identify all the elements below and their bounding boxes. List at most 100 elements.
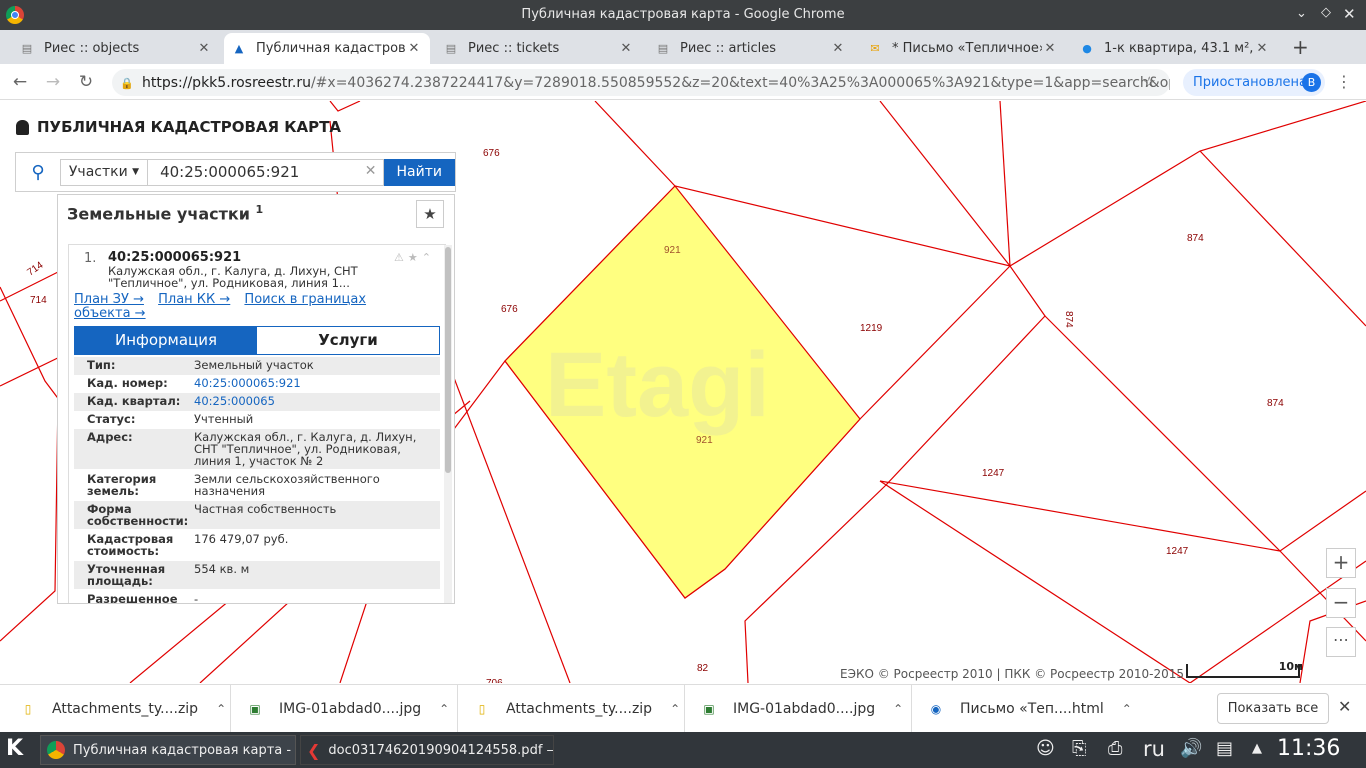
parcel-label: 714	[30, 295, 47, 306]
clipboard-icon[interactable]: ⎘	[1072, 738, 1086, 759]
menu-icon[interactable]: ⋮	[1332, 70, 1356, 94]
image-file-icon: ▣	[249, 702, 261, 716]
printer-icon[interactable]: ⎙	[1108, 738, 1122, 759]
avatar: B	[1302, 73, 1321, 92]
task-chrome[interactable]: Публичная кадастровая карта - Go	[40, 735, 296, 765]
pdf-icon: ❮	[307, 740, 321, 760]
download-filename: Attachments_ty....zip	[52, 701, 199, 717]
zoom-in-button[interactable]: +	[1326, 548, 1356, 578]
chevron-up-icon[interactable]: ⌃	[893, 702, 903, 716]
close-tab-icon[interactable]: ✕	[1254, 41, 1270, 56]
result-cad-number[interactable]: 40:25:000065:921	[108, 250, 241, 265]
download-item[interactable]: ▣ IMG-01abdad0....jpg ⌃	[231, 685, 458, 733]
clear-icon[interactable]: ✕	[365, 163, 377, 179]
plan-kk-link[interactable]: План КК →	[158, 292, 230, 307]
warning-icon[interactable]: ⚠	[394, 251, 408, 264]
caret-down-icon: ▼	[132, 167, 140, 177]
chevron-up-icon[interactable]: ⌃	[216, 702, 226, 716]
tab-apartment[interactable]: ● 1-к квартира, 43.1 м², 7/ ✕	[1072, 33, 1278, 64]
map-canvas[interactable]: 676 676 921 921 1219 874 874 874 1247 12…	[0, 101, 1366, 683]
reload-icon[interactable]: ↻	[74, 70, 98, 94]
info-row: Разрешенное -	[87, 592, 199, 604]
parcel-label: 921	[664, 245, 681, 256]
more-tools-button[interactable]: ⋯	[1326, 627, 1356, 657]
parcel-label: 82	[697, 663, 709, 674]
tab-pkk[interactable]: ▲ Публичная кадастрова ✕	[224, 33, 430, 64]
show-all-downloads-button[interactable]: Показать все	[1217, 693, 1329, 724]
scrollbar-thumb[interactable]	[445, 247, 451, 473]
pkk-icon: ▲	[234, 42, 244, 55]
close-window-icon[interactable]: ✕	[1343, 5, 1356, 23]
download-item[interactable]: ▯ Attachments_ty....zip ⌃	[0, 685, 231, 733]
tab-tickets[interactable]: ▤ Риес :: tickets ✕	[436, 33, 642, 64]
site-brand[interactable]: ПУБЛИЧНАЯ КАДАСТРОВАЯ КАРТА	[16, 118, 341, 136]
info-row: Адрес: Калужская обл., г. Калуга, д. Лиху…	[74, 429, 440, 469]
user-switch-icon[interactable]: ☺	[1036, 738, 1055, 759]
card-actions: ⚠★⌃	[394, 251, 435, 264]
parcel-label: 676	[483, 148, 500, 159]
tab-objects[interactable]: ▤ Риес :: objects ✕	[12, 33, 220, 64]
task-pdf[interactable]: ❮ doc03174620190904124558.pdf — O	[300, 735, 554, 765]
search-icon[interactable]: ⚲	[16, 162, 60, 183]
search-input[interactable]: 40:25:000065:921 ✕	[148, 158, 384, 186]
download-item[interactable]: ▯ Attachments_ty....zip ⌃	[458, 685, 685, 733]
tab-mail[interactable]: ✉ * Письмо «Тепличное» ✕	[860, 33, 1066, 64]
chevron-up-icon[interactable]: ⌃	[670, 702, 680, 716]
lock-icon: 🔒	[120, 76, 134, 90]
close-tab-icon[interactable]: ✕	[196, 41, 212, 56]
task-label: doc03174620190904124558.pdf — O	[328, 742, 554, 758]
tab-articles[interactable]: ▤ Риес :: articles ✕	[648, 33, 854, 64]
info-tabs: Информация Услуги	[74, 326, 440, 355]
new-tab-button[interactable]: +	[1292, 35, 1309, 59]
clock[interactable]: 11:36	[1277, 736, 1340, 761]
result-links: План ЗУ → План КК → Поиск в границах объ…	[74, 293, 404, 321]
kde-launcher-icon[interactable]: K	[6, 736, 23, 761]
parcel-label: 874	[1187, 233, 1204, 244]
favorites-star-button[interactable]: ★	[416, 200, 444, 228]
back-icon[interactable]: ←	[8, 70, 32, 94]
panel-scrollbar[interactable]	[444, 245, 452, 603]
info-row: Кад. квартал: 40:25:000065	[74, 393, 440, 411]
maximize-icon[interactable]: ◇	[1321, 5, 1331, 20]
search-type-select[interactable]: Участки ▼	[59, 158, 149, 186]
close-tab-icon[interactable]: ✕	[406, 41, 422, 56]
info-row: Категория земель: Земли сельскохозяйствен…	[87, 472, 380, 498]
chevron-up-icon[interactable]: ⌃	[1122, 702, 1132, 716]
keyboard-layout[interactable]: ru	[1143, 737, 1165, 761]
volume-icon[interactable]: 🔊	[1180, 738, 1202, 759]
address-bar[interactable]: 🔒 https://pkk5.rosreestr.ru/#x=4036274.2…	[112, 69, 1170, 96]
close-tab-icon[interactable]: ✕	[1042, 41, 1058, 56]
chrome-logo-icon	[47, 741, 65, 759]
download-item[interactable]: ▣ IMG-01abdad0....jpg ⌃	[685, 685, 912, 733]
close-tab-icon[interactable]: ✕	[618, 41, 634, 56]
parcel-label: 921	[696, 435, 713, 446]
tray-expand-icon[interactable]: ▲	[1252, 741, 1262, 756]
plan-zu-link[interactable]: План ЗУ →	[74, 292, 144, 307]
minimize-icon[interactable]: ⌄	[1296, 6, 1307, 21]
network-icon[interactable]: ▤	[1216, 738, 1233, 759]
tab-info[interactable]: Информация	[75, 327, 257, 354]
tab-services[interactable]: Услуги	[257, 327, 439, 354]
page-icon: ▤	[21, 42, 33, 55]
html-file-icon: ◉	[930, 702, 942, 716]
star-icon[interactable]: ★	[408, 251, 422, 264]
close-downloads-icon[interactable]: ✕	[1338, 697, 1351, 716]
scale-bar: 10м	[1186, 660, 1303, 678]
profile-button[interactable]: Приостановлена B	[1183, 69, 1325, 96]
profile-label: Приостановлена	[1193, 75, 1308, 90]
zoom-out-button[interactable]: −	[1326, 588, 1356, 618]
parcel-label: 1247	[982, 468, 1005, 479]
find-button[interactable]: Найти	[383, 158, 455, 186]
download-item[interactable]: ◉ Письмо «Теп....html ⌃	[912, 685, 1139, 733]
forward-icon[interactable]: →	[41, 70, 65, 94]
tab-label: Риес :: articles	[680, 41, 777, 56]
bookmark-star-icon[interactable]: ☆	[1143, 73, 1156, 91]
chevron-up-icon[interactable]: ⌃	[439, 702, 449, 716]
result-card: 1. 40:25:000065:921 Калужская обл., г. К…	[68, 244, 446, 604]
parcel-label: 714	[25, 260, 45, 279]
window-title: Публичная кадастровая карта - Google Chr…	[521, 7, 845, 22]
close-tab-icon[interactable]: ✕	[830, 41, 846, 56]
chevron-up-icon[interactable]: ⌃	[422, 251, 435, 264]
page-icon: ▤	[445, 42, 457, 55]
info-row: Уточненная площадь: 554 кв. м	[74, 561, 440, 589]
